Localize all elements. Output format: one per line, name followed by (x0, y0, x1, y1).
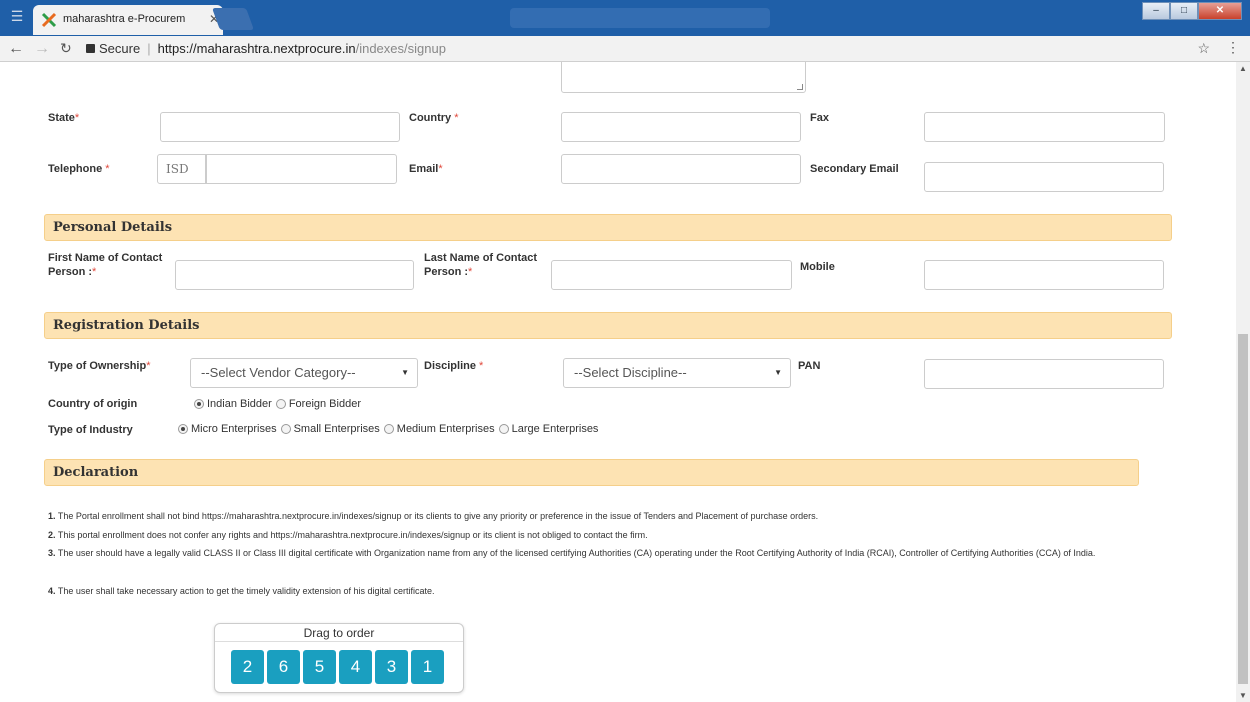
secondary-email-input[interactable] (924, 162, 1164, 192)
radio-micro[interactable] (178, 424, 188, 434)
address-textarea[interactable] (561, 62, 806, 93)
captcha-tile[interactable]: 6 (267, 650, 300, 684)
captcha-tile[interactable]: 5 (303, 650, 336, 684)
address-bar[interactable]: Secure | https://maharashtra.nextprocure.i… (86, 39, 1186, 59)
captcha-tile[interactable]: 4 (339, 650, 372, 684)
telephone-label: Telephone * (48, 163, 110, 175)
browser-tab[interactable]: maharashtra e-Procurem ✕ (33, 5, 223, 35)
fax-input[interactable] (924, 112, 1165, 142)
minimize-button[interactable]: – (1142, 2, 1170, 20)
country-label: Country * (409, 112, 459, 124)
section-title: Declaration (53, 465, 139, 480)
declaration-item: 1. The Portal enrollment shall not bind … (48, 511, 819, 521)
first-name-input[interactable] (175, 260, 414, 290)
email-input[interactable] (561, 154, 801, 184)
last-name-label: Last Name of Contact Person :* (424, 252, 538, 278)
discipline-select[interactable]: --Select Discipline-- ▼ (563, 358, 791, 388)
browser-toolbar: ← → ↻ Secure | https://maharashtra.nextpro… (0, 36, 1250, 62)
radio-large[interactable] (498, 424, 509, 434)
secondary-email-label: Secondary Email (810, 163, 899, 175)
state-input[interactable] (160, 112, 400, 142)
back-arrow-icon[interactable]: ← (8, 40, 24, 58)
browser-menu-icon[interactable]: ⋮ (1226, 39, 1240, 56)
section-title: Registration Details (53, 318, 200, 333)
forward-arrow-icon[interactable]: → (34, 40, 50, 58)
browser-titlebar: ☰ maharashtra e-Procurem ✕ – □ ✕ (0, 0, 1250, 36)
declaration-header: Declaration (44, 459, 1139, 486)
origin-label: Country of origin (48, 398, 138, 410)
maximize-button[interactable]: □ (1170, 2, 1198, 20)
secure-label: Secure (99, 41, 141, 56)
radio-label: Medium Enterprises (396, 423, 495, 435)
window-controls: – □ ✕ (1142, 2, 1242, 20)
declaration-item: 3. The user should have a legally valid … (48, 548, 1096, 558)
bookmark-star-icon[interactable]: ☆ (1197, 40, 1210, 57)
country-input[interactable] (561, 112, 801, 142)
scroll-up-icon[interactable]: ▲ (1239, 64, 1247, 73)
isd-input[interactable]: ISD (157, 154, 206, 184)
radio-small[interactable] (280, 424, 291, 434)
background-tab[interactable] (510, 8, 770, 28)
drag-order-captcha: Drag to order 2 6 5 4 3 1 (214, 623, 464, 693)
captcha-tile[interactable]: 2 (231, 650, 264, 684)
registration-details-header: Registration Details (44, 312, 1172, 339)
captcha-tiles: 2 6 5 4 3 1 (231, 650, 444, 684)
industry-label: Type of Industry (48, 424, 133, 436)
industry-radio-group: Micro Enterprises Small Enterprises Medi… (174, 423, 598, 435)
pan-label: PAN (798, 360, 821, 372)
captcha-tile[interactable]: 1 (411, 650, 444, 684)
page-viewport: State* Country * Fax Telephone * ISD Ema… (0, 62, 1236, 702)
page-scrollbar[interactable]: ▲ ▼ (1236, 62, 1250, 702)
url-separator: | (147, 41, 151, 56)
radio-foreign-bidder[interactable] (275, 399, 286, 409)
radio-label: Small Enterprises (293, 423, 380, 435)
declaration-item: 4. The user shall take necessary action … (48, 586, 435, 596)
scroll-down-icon[interactable]: ▼ (1239, 691, 1247, 700)
first-name-label: First Name of Contact Person :* (48, 252, 163, 278)
state-label: State* (48, 112, 80, 124)
origin-radio-group: Indian Bidder Foreign Bidder (190, 398, 361, 410)
resize-handle-icon[interactable] (797, 84, 803, 90)
close-window-button[interactable]: ✕ (1198, 2, 1242, 20)
lock-icon (86, 44, 95, 53)
telephone-input[interactable] (206, 154, 397, 184)
discipline-value: --Select Discipline-- (574, 365, 687, 380)
reload-icon[interactable]: ↻ (60, 40, 72, 57)
section-title: Personal Details (53, 220, 173, 235)
chevron-down-icon: ▼ (774, 368, 782, 377)
discipline-label: Discipline * (424, 360, 484, 372)
site-logo-icon (41, 12, 57, 28)
radio-label: Foreign Bidder (288, 398, 361, 410)
url-host: https://maharashtra.nextprocure.in (157, 41, 356, 56)
declaration-item: 2. This portal enrollment does not confe… (48, 530, 648, 540)
captcha-title: Drag to order (215, 624, 463, 642)
vendor-category-select[interactable]: --Select Vendor Category-- ▼ (190, 358, 418, 388)
last-name-input[interactable] (551, 260, 792, 290)
browser-app-icon[interactable]: ☰ (6, 5, 28, 27)
chevron-down-icon: ▼ (401, 368, 409, 377)
email-label: Email* (409, 163, 443, 175)
tab-title: maharashtra e-Procurem (63, 13, 186, 25)
mobile-label: Mobile (800, 261, 835, 273)
captcha-tile[interactable]: 3 (375, 650, 408, 684)
new-tab-button[interactable] (211, 8, 255, 30)
mobile-input[interactable] (924, 260, 1164, 290)
radio-label: Indian Bidder (207, 398, 272, 410)
radio-medium[interactable] (383, 424, 394, 434)
radio-indian-bidder[interactable] (194, 399, 204, 409)
personal-details-header: Personal Details (44, 214, 1172, 241)
radio-label: Micro Enterprises (191, 423, 277, 435)
vendor-category-value: --Select Vendor Category-- (201, 365, 356, 380)
fax-label: Fax (810, 112, 829, 124)
pan-input[interactable] (924, 359, 1164, 389)
ownership-label: Type of Ownership* (48, 360, 151, 372)
scroll-thumb[interactable] (1238, 334, 1248, 684)
url-path: /indexes/signup (355, 41, 446, 56)
radio-label: Large Enterprises (511, 423, 599, 435)
